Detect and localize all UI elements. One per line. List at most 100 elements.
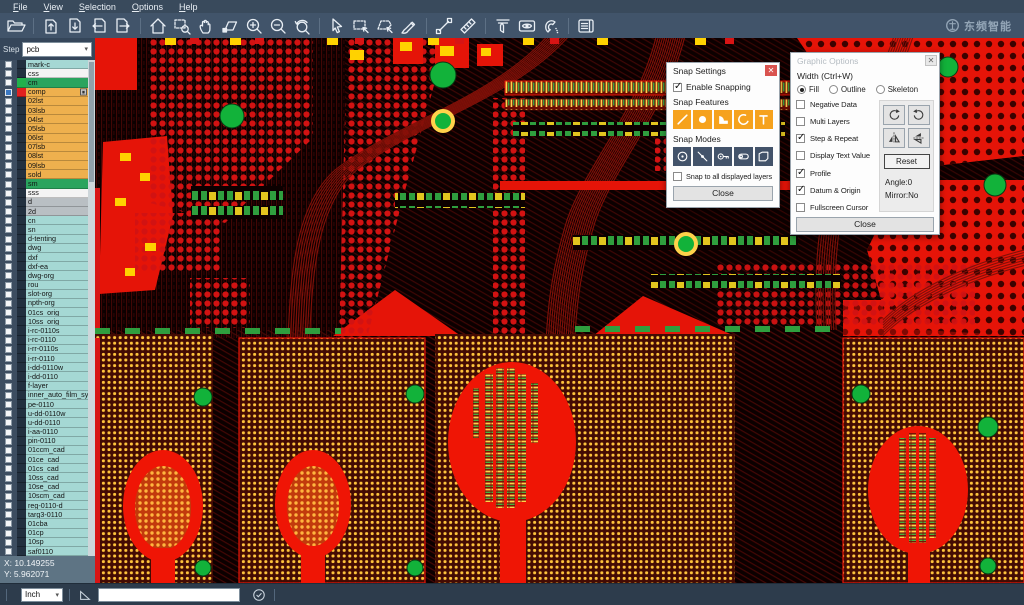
layer-visibility-checkbox[interactable] xyxy=(5,309,12,316)
layer-visibility-checkbox[interactable] xyxy=(5,438,12,445)
layer-visibility-checkbox[interactable] xyxy=(5,135,12,142)
layer-row[interactable]: i-rr-0110 xyxy=(0,354,95,363)
layer-row[interactable]: pin-0110 xyxy=(0,437,95,446)
layer-visibility-checkbox[interactable] xyxy=(5,337,12,344)
layer-visibility-checkbox[interactable] xyxy=(5,300,12,307)
layer-visibility-checkbox[interactable] xyxy=(5,144,12,151)
checkbox-profile[interactable]: Profile xyxy=(796,169,875,178)
layer-visibility-checkbox[interactable] xyxy=(5,217,12,224)
layer-visibility-checkbox[interactable] xyxy=(5,171,12,178)
layer-visibility-checkbox[interactable] xyxy=(5,493,12,500)
zoom-in-button[interactable] xyxy=(242,15,266,37)
mirror-horizontal-button[interactable] xyxy=(883,128,905,148)
layer-visibility-checkbox[interactable] xyxy=(5,89,12,96)
layer-visibility-checkbox[interactable] xyxy=(5,419,12,426)
graphic-dialog-header[interactable]: Graphic Options ✕ xyxy=(791,53,939,68)
layer-visibility-checkbox[interactable] xyxy=(5,254,12,261)
select-rect-button[interactable] xyxy=(349,15,373,37)
view-options-button[interactable] xyxy=(515,15,539,37)
snap-mode-key-button[interactable] xyxy=(714,147,732,166)
layer-row[interactable]: sss xyxy=(0,189,95,198)
layer-row[interactable]: 09lsb xyxy=(0,161,95,170)
layer-visibility-checkbox[interactable] xyxy=(5,79,12,86)
layer-visibility-checkbox[interactable] xyxy=(5,484,12,491)
checkbox-fullscreen-cursor[interactable]: Fullscreen Cursor xyxy=(796,203,875,212)
layer-visibility-checkbox[interactable] xyxy=(5,401,12,408)
menu-file[interactable]: File xyxy=(6,2,35,12)
layer-visibility-checkbox[interactable] xyxy=(5,245,12,252)
layer-row[interactable]: dwg-org xyxy=(0,271,95,280)
snap-mode-center-button[interactable] xyxy=(673,147,691,166)
layer-row[interactable]: cm xyxy=(0,78,95,87)
layer-row[interactable]: 10se_cad xyxy=(0,483,95,492)
select-button[interactable] xyxy=(325,15,349,37)
layer-visibility-checkbox[interactable] xyxy=(5,226,12,233)
layer-visibility-checkbox[interactable] xyxy=(5,429,12,436)
layer-visibility-checkbox[interactable] xyxy=(5,181,12,188)
home-view-button[interactable] xyxy=(146,15,170,37)
snap-feature-line-button[interactable] xyxy=(673,110,691,129)
enable-snapping-row[interactable]: Enable Snapping xyxy=(673,82,773,92)
layer-row[interactable]: i-rc-0110s xyxy=(0,326,95,335)
layer-row[interactable]: 08lst xyxy=(0,152,95,161)
command-input[interactable] xyxy=(98,588,240,602)
graphic-close-button[interactable]: Close xyxy=(796,217,934,232)
rotate-ccw-button[interactable] xyxy=(908,105,930,125)
layer-row[interactable]: u-dd-0110 xyxy=(0,418,95,427)
snap-dialog-header[interactable]: Snap Settings ✕ xyxy=(667,63,779,78)
layer-visibility-checkbox[interactable] xyxy=(5,107,12,114)
layer-row[interactable]: css xyxy=(0,69,95,78)
layer-row[interactable]: i-dd-0110w xyxy=(0,363,95,372)
close-icon[interactable]: ✕ xyxy=(765,65,777,76)
layer-row[interactable]: 07lsb xyxy=(0,143,95,152)
layer-row[interactable]: 06lst xyxy=(0,134,95,143)
layer-row[interactable]: i-rc-0110 xyxy=(0,336,95,345)
layer-row[interactable]: 10ss_orig xyxy=(0,317,95,326)
snap-mode-midpoint-button[interactable] xyxy=(693,147,711,166)
apply-button[interactable] xyxy=(250,587,268,603)
pan-button[interactable] xyxy=(194,15,218,37)
zoom-window-button[interactable] xyxy=(170,15,194,37)
layer-visibility-checkbox[interactable] xyxy=(5,98,12,105)
layer-row[interactable]: 03lsb xyxy=(0,106,95,115)
layer-visibility-checkbox[interactable] xyxy=(5,456,12,463)
layer-visibility-checkbox[interactable] xyxy=(5,373,12,380)
layer-row[interactable]: pe-0110 xyxy=(0,400,95,409)
layer-visibility-checkbox[interactable] xyxy=(5,199,12,206)
layer-visibility-checkbox[interactable] xyxy=(5,502,12,509)
layer-row[interactable]: 2d xyxy=(0,207,95,216)
draw-mode-button[interactable] xyxy=(76,587,94,603)
checkbox-multi-layers[interactable]: Multi Layers xyxy=(796,117,875,126)
measure-ruler-button[interactable] xyxy=(456,15,480,37)
layer-row[interactable]: sold xyxy=(0,170,95,179)
radio-outline[interactable]: Outline xyxy=(829,85,866,94)
layer-row[interactable]: sn xyxy=(0,225,95,234)
snap-all-layers-row[interactable]: Snap to all displayed layers xyxy=(673,172,773,181)
layer-row[interactable]: cn xyxy=(0,216,95,225)
checkbox-negative-data[interactable]: Negative Data xyxy=(796,100,875,109)
snap-mode-slot-button[interactable] xyxy=(734,147,752,166)
snap-feature-arc-button[interactable] xyxy=(734,110,752,129)
layer-row[interactable]: mark-c xyxy=(0,60,95,69)
snap-feature-pad-button[interactable] xyxy=(693,110,711,129)
layer-row[interactable]: 10scm_cad xyxy=(0,492,95,501)
layer-row[interactable]: 04lst xyxy=(0,115,95,124)
layer-visibility-checkbox[interactable] xyxy=(5,153,12,160)
layer-row[interactable]: 10sp xyxy=(0,538,95,547)
layer-visibility-checkbox[interactable] xyxy=(5,162,12,169)
measure-line-button[interactable] xyxy=(432,15,456,37)
layer-visibility-checkbox[interactable] xyxy=(5,61,12,68)
layer-row[interactable]: inner_auto_film_symb xyxy=(0,391,95,400)
layer-visibility-checkbox[interactable] xyxy=(5,236,12,243)
file-download-button[interactable] xyxy=(63,15,87,37)
layer-row[interactable]: dxf-ea xyxy=(0,262,95,271)
layer-row[interactable]: 01cp xyxy=(0,529,95,538)
menu-view[interactable]: View xyxy=(37,2,70,12)
menu-help[interactable]: Help xyxy=(172,2,205,12)
layer-visibility-checkbox[interactable] xyxy=(5,272,12,279)
layer-visibility-checkbox[interactable] xyxy=(5,520,12,527)
layer-row[interactable]: 10ss_cad xyxy=(0,473,95,482)
layer-visibility-checkbox[interactable] xyxy=(5,346,12,353)
layer-row[interactable]: 01cs_orig xyxy=(0,308,95,317)
radio-skeleton[interactable]: Skeleton xyxy=(876,85,918,94)
